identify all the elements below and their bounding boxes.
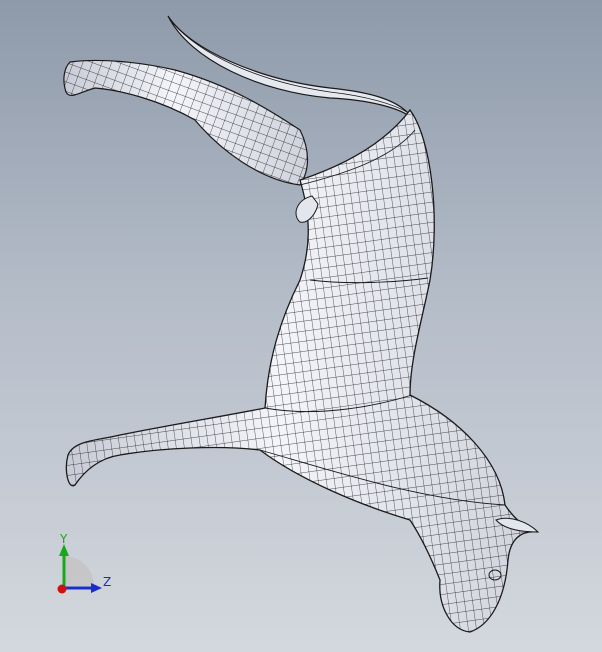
model-hind-leg[interactable] — [60, 50, 320, 200]
coordinate-triad — [57, 544, 102, 594]
triad-z-label: Z — [103, 575, 112, 589]
graphics-viewport[interactable]: Y Z — [0, 0, 602, 652]
model-body[interactable] — [60, 100, 550, 640]
model-canvas[interactable] — [0, 0, 602, 652]
triad-y-label: Y — [60, 532, 68, 546]
